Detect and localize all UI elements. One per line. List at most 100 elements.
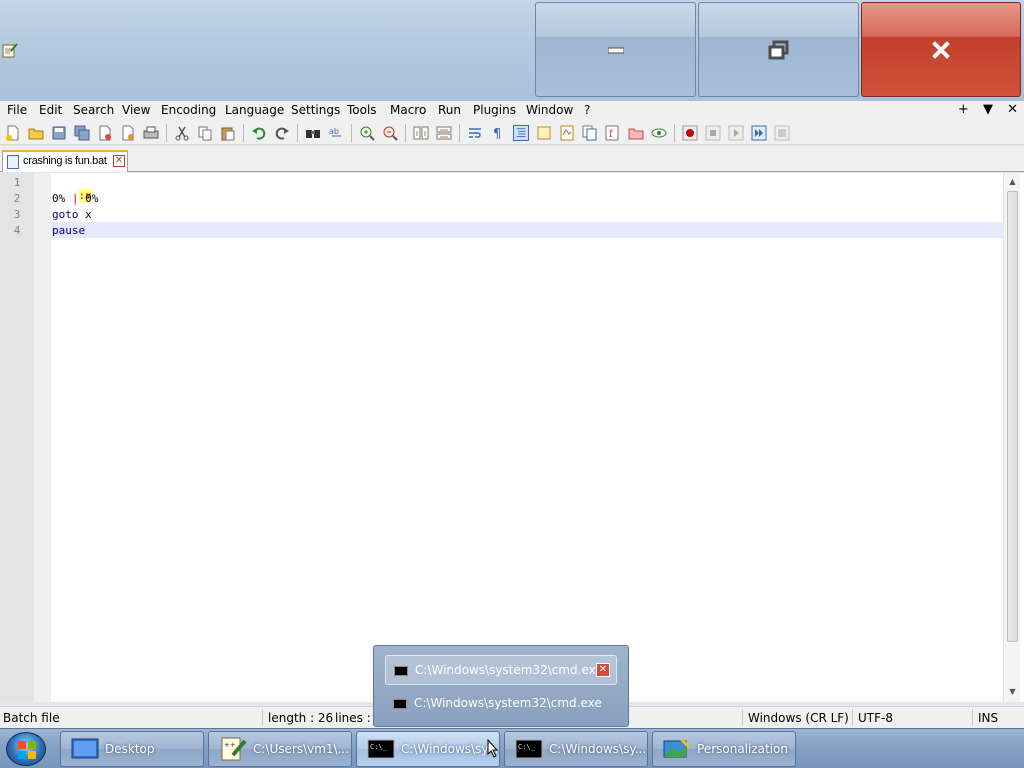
menu-search[interactable]: Search [73, 103, 114, 117]
sync-horizontal-icon[interactable] [436, 125, 452, 141]
pipe-operator: | [71, 192, 79, 205]
close-file-icon[interactable] [97, 125, 113, 141]
word-wrap-icon[interactable] [467, 125, 483, 141]
save-all-icon[interactable] [74, 125, 90, 141]
menu-plugins[interactable]: Plugins [473, 103, 516, 117]
macro-play-icon[interactable] [728, 125, 744, 141]
cut-icon[interactable] [174, 125, 190, 141]
editor-area[interactable]: 1 2 3 4 :x 0% | 0% goto x pause ▲ ▼ [0, 173, 1024, 702]
taskbar-item-cmd-2[interactable]: C:\_ C:\Windows\sy... [504, 731, 648, 767]
macro-record-icon[interactable] [682, 125, 698, 141]
status-separator [262, 709, 263, 726]
taskbar-label: C:\Windows\sy... [549, 742, 647, 756]
close-doc-button[interactable]: ✕ [1007, 102, 1018, 117]
window-list-item[interactable]: C:\Windows\system32\cmd.exe ✕ [385, 655, 617, 685]
toolbar-separator [405, 124, 406, 142]
batch-keyword: goto [52, 208, 79, 221]
menu-view[interactable]: View [122, 103, 150, 117]
line-number: 3 [13, 208, 21, 221]
batch-argument: x [85, 208, 92, 221]
svg-text:ab: ab [329, 127, 339, 136]
window-list-item[interactable]: C:\Windows\system32\cmd.exe [385, 689, 617, 719]
replace-icon[interactable]: ab [328, 125, 344, 141]
show-all-chars-icon[interactable]: ¶ [490, 125, 506, 141]
sync-vertical-icon[interactable] [413, 125, 429, 141]
close-window-icon[interactable]: ✕ [596, 663, 610, 677]
minimize-button[interactable] [535, 2, 696, 97]
scroll-thumb[interactable] [1007, 191, 1018, 642]
status-separator [742, 709, 743, 726]
menu-file[interactable]: File [7, 103, 27, 117]
monitoring-icon[interactable] [651, 125, 667, 141]
menu-tools[interactable]: Tools [347, 103, 377, 117]
paste-icon[interactable] [220, 125, 236, 141]
close-all-icon[interactable] [120, 125, 136, 141]
svg-text:++: ++ [224, 741, 236, 749]
notepadpp-icon: ++ [221, 737, 247, 761]
code-line-3[interactable]: goto x [52, 208, 92, 221]
print-icon[interactable] [143, 125, 159, 141]
start-button[interactable] [6, 732, 46, 766]
status-separator [852, 709, 853, 726]
menu-language[interactable]: Language [225, 103, 284, 117]
new-file-icon[interactable] [5, 125, 21, 141]
mouse-cursor-icon [487, 739, 499, 758]
macro-save-icon[interactable] [774, 125, 790, 141]
taskbar-item-desktop[interactable]: Desktop [60, 731, 204, 767]
svg-text:C:\_: C:\_ [518, 743, 536, 751]
save-icon[interactable] [51, 125, 67, 141]
batch-keyword: pause [52, 224, 86, 237]
find-icon[interactable] [305, 125, 321, 141]
status-filetype: Batch file [3, 711, 60, 725]
line-number: 2 [13, 192, 21, 205]
close-button[interactable] [861, 2, 1021, 97]
scroll-up-icon[interactable]: ▲ [1008, 177, 1017, 186]
status-eol[interactable]: Windows (CR LF) [748, 711, 849, 725]
indent-guide-icon[interactable] [513, 125, 529, 141]
status-encoding[interactable]: UTF-8 [858, 711, 893, 725]
open-file-icon[interactable] [28, 125, 44, 141]
batch-variable: 0% [52, 192, 66, 205]
window-list-label: C:\Windows\system32\cmd.exe [415, 663, 603, 677]
status-mode[interactable]: INS [978, 711, 998, 725]
code-line-4[interactable]: pause [52, 224, 85, 237]
restore-button[interactable] [698, 2, 859, 97]
zoom-in-icon[interactable] [359, 125, 375, 141]
fold-margin[interactable] [34, 173, 51, 702]
taskbar-item-cmd-1[interactable]: C:\_ C:\Windows\sy... [356, 731, 500, 767]
menu-help[interactable]: ? [584, 103, 590, 117]
doc-list-button[interactable]: ▼ [983, 102, 993, 117]
notepadpp-app-icon[interactable] [2, 42, 18, 58]
copy-icon[interactable] [197, 125, 213, 141]
toolbar-separator [297, 124, 298, 142]
doc-controls: + ▼ ✕ [948, 102, 1018, 117]
new-doc-button[interactable]: + [958, 102, 969, 117]
taskbar-item-personalization[interactable]: Personalization [652, 731, 796, 767]
doc-map-icon[interactable] [559, 125, 575, 141]
tab-crashing-is-fun[interactable]: crashing is fun.bat ✕ [2, 150, 128, 172]
tab-label: crashing is fun.bat [23, 155, 107, 167]
title-bar [0, 0, 1024, 101]
macro-run-multiple-icon[interactable] [751, 125, 767, 141]
tab-close-icon[interactable]: ✕ [113, 155, 125, 167]
menu-encoding[interactable]: Encoding [161, 103, 216, 117]
undo-icon[interactable] [251, 125, 267, 141]
function-list-icon[interactable]: f [605, 125, 621, 141]
menu-settings[interactable]: Settings [291, 103, 340, 117]
menu-edit[interactable]: Edit [39, 103, 62, 117]
doc-list-icon[interactable] [582, 125, 598, 141]
menu-run[interactable]: Run [438, 103, 461, 117]
macro-stop-icon[interactable] [705, 125, 721, 141]
taskbar-window-list: C:\Windows\system32\cmd.exe ✕ C:\Windows… [373, 645, 629, 727]
vertical-scrollbar[interactable]: ▲ ▼ [1003, 173, 1020, 702]
code-line-2[interactable]: 0% | 0% [52, 192, 98, 205]
taskbar-item-notepadpp[interactable]: ++ C:\Users\vm1\... [208, 731, 352, 767]
redo-icon[interactable] [274, 125, 290, 141]
folder-workspace-icon[interactable] [628, 125, 644, 141]
udl-icon[interactable] [536, 125, 552, 141]
scroll-down-icon[interactable]: ▼ [1008, 687, 1017, 696]
close-icon [932, 40, 950, 59]
menu-window[interactable]: Window [526, 103, 573, 117]
zoom-out-icon[interactable] [382, 125, 398, 141]
menu-macro[interactable]: Macro [390, 103, 426, 117]
